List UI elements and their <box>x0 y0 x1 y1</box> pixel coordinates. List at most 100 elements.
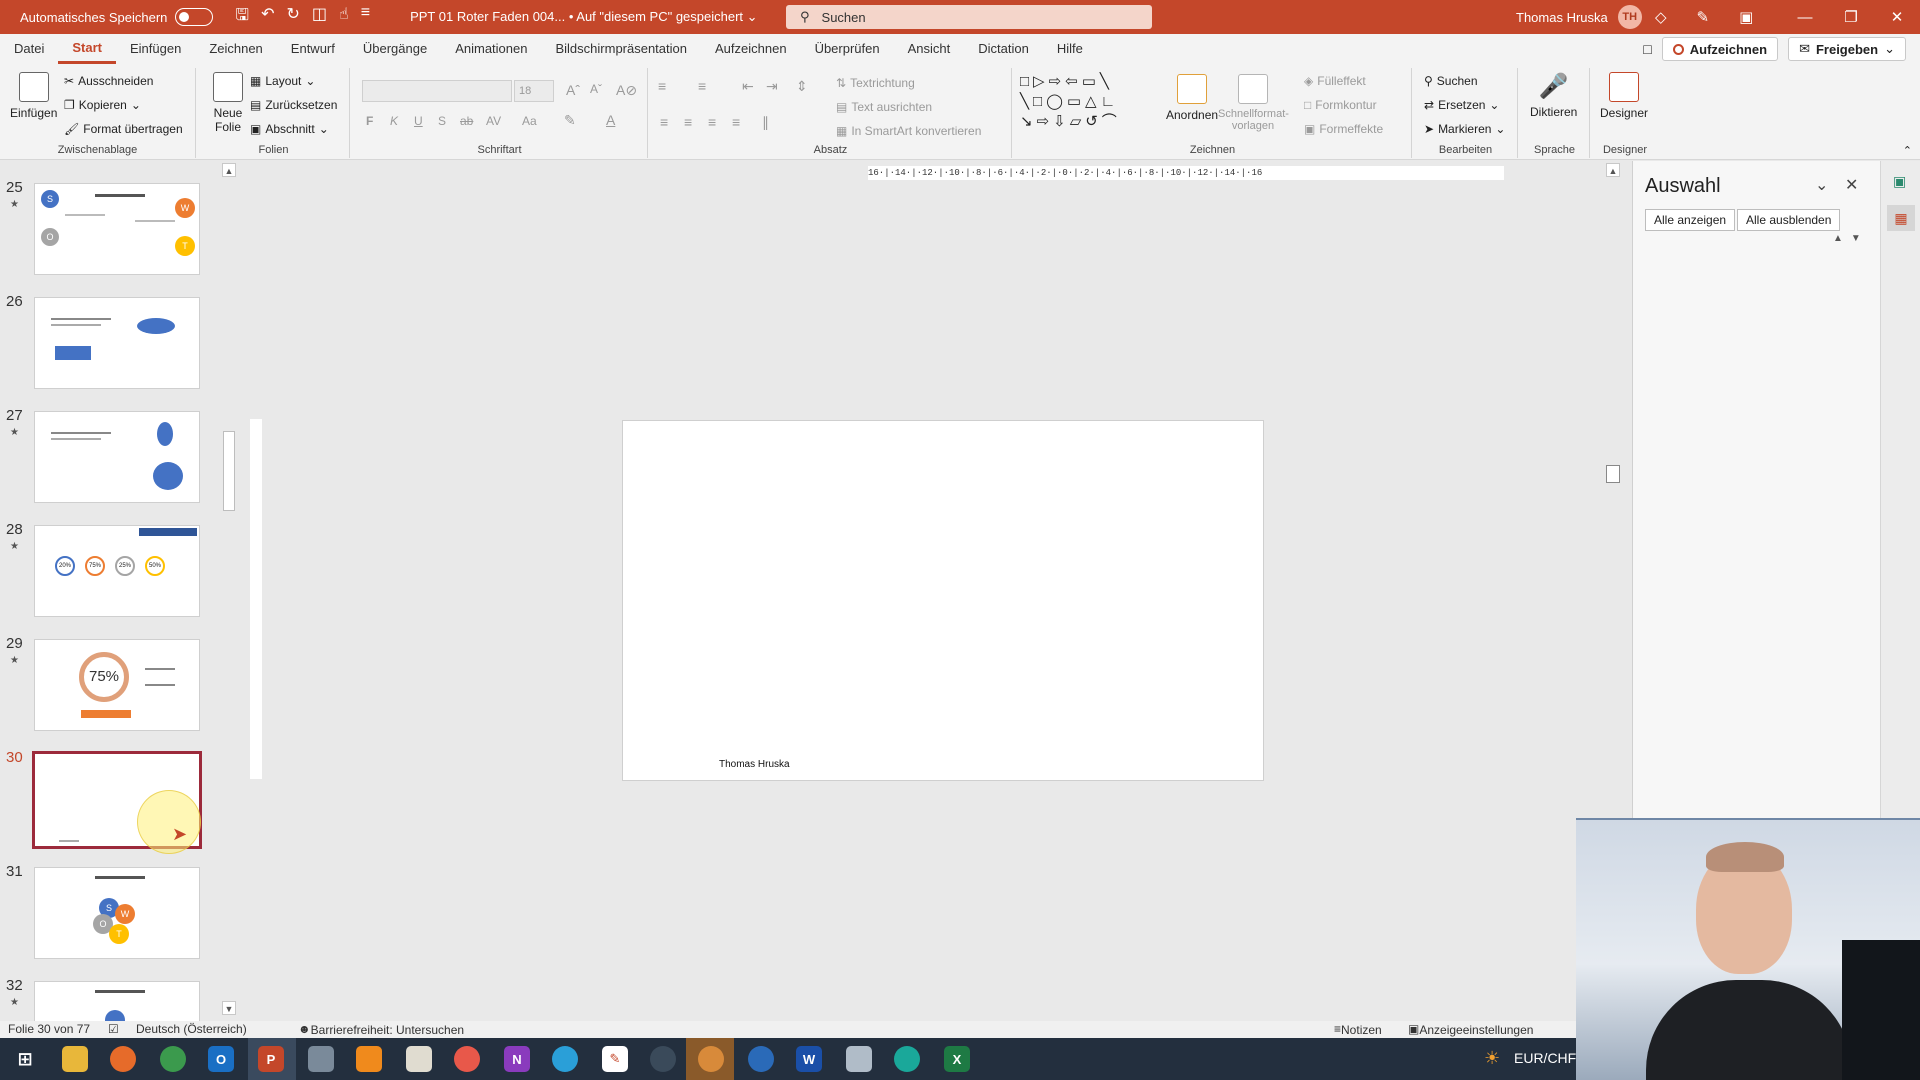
record-button[interactable]: Aufzeichnen <box>1661 37 1779 61</box>
thumbnail-scrollbar[interactable]: ▲ ▼ <box>222 161 236 1019</box>
copy-button[interactable]: ❐ Kopieren ⌄ <box>64 98 141 112</box>
shape-outline-button[interactable]: □ Formkontur <box>1304 98 1377 112</box>
underline-button[interactable]: U <box>414 114 423 128</box>
accessibility-button[interactable]: ☻ Barrierefreiheit: Untersuchen <box>298 1022 464 1037</box>
shape-fill-button[interactable]: ◈ Fülleffekt <box>1304 74 1366 88</box>
save-icon[interactable]: 🖫 <box>235 4 249 31</box>
tab-datei[interactable]: Datei <box>0 34 58 64</box>
thumbnail-image[interactable]: 75% <box>34 639 200 731</box>
thumbnail-image[interactable] <box>34 411 200 503</box>
app-icon[interactable] <box>650 1046 676 1072</box>
thumbnail-image[interactable]: S W O T <box>34 183 200 275</box>
display-settings-button[interactable]: ▣ Anzeigeeinstellungen <box>1408 1022 1533 1037</box>
onenote-icon[interactable]: N <box>504 1046 530 1072</box>
slide-thumbnail[interactable]: 29 ★ 75% <box>0 635 220 733</box>
telegram-icon[interactable] <box>552 1046 578 1072</box>
chevron-down-icon[interactable]: ⌄ <box>1815 175 1828 195</box>
comments-icon[interactable]: □ <box>1643 41 1651 57</box>
tab-animationen[interactable]: Animationen <box>441 34 541 64</box>
bold-button[interactable]: F <box>366 114 373 128</box>
hide-all-button[interactable]: Alle ausblenden <box>1737 209 1841 231</box>
tab-zeichnen[interactable]: Zeichnen <box>195 34 276 64</box>
close-icon[interactable]: ✕ <box>1845 175 1858 195</box>
notes-button[interactable]: ≡ Notizen <box>1334 1022 1382 1037</box>
scroll-down-icon[interactable]: ▼ <box>222 1001 236 1015</box>
layout-button[interactable]: ▦ Layout ⌄ <box>250 74 315 88</box>
strikethrough-button[interactable]: ab <box>460 114 473 128</box>
align-left-icon[interactable]: ≡ <box>660 114 668 130</box>
collapse-ribbon-icon[interactable]: ⌃ <box>1903 144 1912 157</box>
columns-icon[interactable]: ∥ <box>762 114 769 131</box>
scroll-up-icon[interactable]: ▲ <box>222 163 236 177</box>
edge-icon[interactable] <box>894 1046 920 1072</box>
tab-einfuegen[interactable]: Einfügen <box>116 34 195 64</box>
ribbon-display-icon[interactable]: ▣ <box>1739 8 1753 26</box>
restore-icon[interactable]: ❐ <box>1828 0 1874 34</box>
slide-thumbnail[interactable]: 25 ★ S W O T <box>0 179 220 277</box>
file-explorer-icon[interactable] <box>62 1046 88 1072</box>
excel-icon[interactable]: X <box>944 1046 970 1072</box>
new-slide-button[interactable]: Neue Folie <box>208 72 248 134</box>
paste-button[interactable]: Einfügen <box>10 72 57 120</box>
font-color-icon[interactable]: A <box>606 112 615 128</box>
shapes-gallery[interactable]: □▷⇨⇦▭╲ ╲□◯▭△∟ ↘⇨⇩▱↺⌒ <box>1020 72 1152 138</box>
text-direction-button[interactable]: ⇅ Textrichtung <box>836 76 915 90</box>
scroll-thumb[interactable] <box>1606 465 1620 483</box>
outlook-icon[interactable]: O <box>208 1046 234 1072</box>
slide-editor-canvas[interactable]: 16·|·14·|·12·|·10·|·8·|·6·|·4·|·2·|·0·|·… <box>242 161 1620 1021</box>
chrome-icon[interactable] <box>160 1046 186 1072</box>
document-title[interactable]: PPT 01 Roter Faden 004... • Auf "diesem … <box>410 9 757 25</box>
slide-thumbnail[interactable]: 27 ★ <box>0 407 220 505</box>
currency-widget[interactable]: EUR/CHF <box>1514 1050 1576 1066</box>
scroll-thumb[interactable] <box>223 431 235 511</box>
clear-format-icon[interactable]: A⊘ <box>616 82 637 99</box>
thumbnail-image[interactable]: S W O T <box>34 867 200 959</box>
redo-icon[interactable]: ↻ <box>286 4 299 31</box>
avatar[interactable]: TH <box>1617 5 1642 29</box>
tab-hilfe[interactable]: Hilfe <box>1043 34 1097 64</box>
current-slide[interactable]: Thomas Hruska <box>622 420 1264 781</box>
powerpoint-icon[interactable]: P <box>258 1046 284 1072</box>
section-button[interactable]: ▣ Abschnitt ⌄ <box>250 122 329 136</box>
tab-dictation[interactable]: Dictation <box>964 34 1043 64</box>
decrease-indent-icon[interactable]: ⇤ <box>742 78 754 95</box>
tab-start[interactable]: Start <box>58 34 116 64</box>
tab-bildschirmpraesentation[interactable]: Bildschirmpräsentation <box>541 34 701 64</box>
comments-panel-icon[interactable]: ▣ <box>1893 173 1906 190</box>
format-painter-button[interactable]: 🖌 Format übertragen <box>64 122 183 136</box>
move-up-icon[interactable]: ▲ <box>1833 233 1843 244</box>
bullets-icon[interactable]: ≡ <box>658 78 666 94</box>
firefox-icon[interactable] <box>110 1046 136 1072</box>
slide-footer-text[interactable]: Thomas Hruska <box>719 759 790 770</box>
tab-uebergaenge[interactable]: Übergänge <box>349 34 441 64</box>
search-input[interactable]: ⚲ Suchen <box>786 5 1152 29</box>
numbering-icon[interactable]: ≡ <box>698 78 706 94</box>
font-size-select[interactable]: 18 <box>514 80 554 102</box>
app-icon[interactable] <box>308 1046 334 1072</box>
dictate-button[interactable]: 🎤 Diktieren <box>1530 72 1577 119</box>
app-icon[interactable] <box>748 1046 774 1072</box>
tab-ansicht[interactable]: Ansicht <box>894 34 965 64</box>
shape-effects-button[interactable]: ▣ Formeffekte <box>1304 122 1383 136</box>
designer-button[interactable]: Designer <box>1600 72 1648 120</box>
char-spacing-button[interactable]: AV <box>486 114 501 128</box>
italic-button[interactable]: K <box>390 114 398 128</box>
font-family-select[interactable] <box>362 80 512 102</box>
scroll-up-icon[interactable]: ▲ <box>1606 163 1620 177</box>
tab-ueberpruefen[interactable]: Überprüfen <box>801 34 894 64</box>
customize-qat-icon[interactable]: ≡ <box>361 4 370 31</box>
selection-panel-icon[interactable]: ▦ <box>1887 205 1915 231</box>
reset-button[interactable]: ▤ Zurücksetzen <box>250 98 337 112</box>
change-case-button[interactable]: Aa <box>522 114 537 128</box>
increase-indent-icon[interactable]: ⇥ <box>766 78 778 95</box>
thumbnail-image[interactable]: 20% 75% 25% 50% <box>34 525 200 617</box>
app-icon[interactable]: ✎ <box>602 1046 628 1072</box>
cut-button[interactable]: ✂ Ausschneiden <box>64 74 153 88</box>
language-indicator[interactable]: Deutsch (Österreich) <box>136 1022 247 1036</box>
replace-button[interactable]: ⇄ Ersetzen ⌄ <box>1424 98 1499 112</box>
minimize-icon[interactable]: — <box>1782 0 1828 34</box>
tab-entwurf[interactable]: Entwurf <box>277 34 349 64</box>
align-right-icon[interactable]: ≡ <box>708 114 716 130</box>
thumbnail-image[interactable] <box>34 297 200 389</box>
grow-font-button[interactable]: Aˆ <box>566 82 580 98</box>
